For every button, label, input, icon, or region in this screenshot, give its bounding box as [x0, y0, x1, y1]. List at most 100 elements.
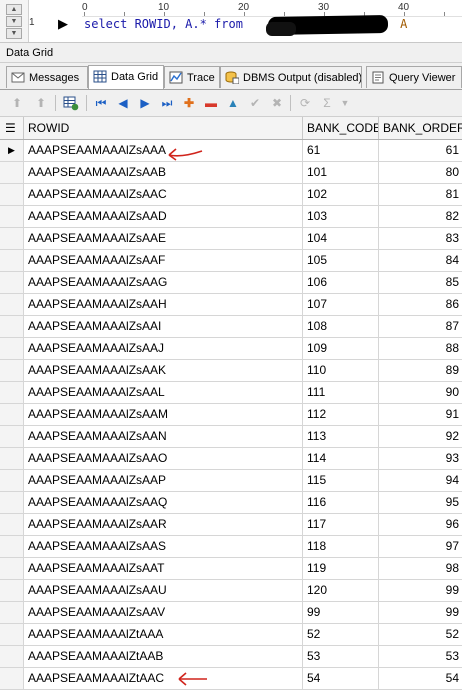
table-row[interactable]: AAAPSEAAMAAAlZsAAC 102 81 — [0, 184, 462, 206]
row-indicator[interactable] — [0, 514, 24, 535]
tab-data-grid[interactable]: Data Grid — [88, 65, 164, 89]
cell-bank-order[interactable]: 94 — [379, 470, 462, 491]
cell-bank-code[interactable]: 109 — [303, 338, 379, 359]
row-indicator[interactable] — [0, 294, 24, 315]
cell-rowid[interactable]: AAAPSEAAMAAAlZsAAM — [24, 404, 303, 425]
table-row[interactable]: AAAPSEAAMAAAlZsAAE 104 83 — [0, 228, 462, 250]
cell-rowid[interactable]: AAAPSEAAMAAAlZtAAC — [24, 668, 303, 689]
cell-rowid[interactable]: AAAPSEAAMAAAlZtAAB — [24, 646, 303, 667]
table-row[interactable]: AAAPSEAAMAAAlZsAAQ 116 95 — [0, 492, 462, 514]
table-row[interactable]: AAAPSEAAMAAAlZsAAV 99 99 — [0, 602, 462, 624]
row-indicator[interactable] — [0, 250, 24, 271]
row-indicator[interactable] — [0, 404, 24, 425]
table-row[interactable]: AAAPSEAAMAAAlZsAAH 107 86 — [0, 294, 462, 316]
cell-bank-order[interactable]: 95 — [379, 492, 462, 513]
cell-bank-code[interactable]: 110 — [303, 360, 379, 381]
column-header-rowid[interactable]: ROWID — [24, 117, 303, 139]
table-row[interactable]: AAAPSEAAMAAAlZtAAB 53 53 — [0, 646, 462, 668]
cell-bank-order[interactable]: 83 — [379, 228, 462, 249]
cell-bank-order[interactable]: 99 — [379, 580, 462, 601]
table-row[interactable]: AAAPSEAAMAAAlZtAAC 54 54 — [0, 668, 462, 690]
cell-rowid[interactable]: AAAPSEAAMAAAlZsAAR — [24, 514, 303, 535]
cell-rowid[interactable]: AAAPSEAAMAAAlZsAAQ — [24, 492, 303, 513]
cell-bank-code[interactable]: 118 — [303, 536, 379, 557]
sum-icon[interactable]: Σ — [318, 94, 336, 112]
table-row[interactable]: AAAPSEAAMAAAlZsAAT 119 98 — [0, 558, 462, 580]
column-header-bank-order[interactable]: BANK_ORDER — [379, 117, 462, 139]
tab-trace[interactable]: Trace — [164, 66, 220, 88]
cell-bank-code[interactable]: 104 — [303, 228, 379, 249]
column-header-bank-code[interactable]: BANK_CODE — [303, 117, 379, 139]
cell-bank-order[interactable]: 81 — [379, 184, 462, 205]
row-indicator[interactable] — [0, 668, 24, 689]
cell-bank-order[interactable]: 99 — [379, 602, 462, 623]
cell-rowid[interactable]: AAAPSEAAMAAAlZsAAK — [24, 360, 303, 381]
cell-bank-order[interactable]: 86 — [379, 294, 462, 315]
cell-bank-code[interactable]: 99 — [303, 602, 379, 623]
row-indicator[interactable] — [0, 492, 24, 513]
row-indicator[interactable] — [0, 624, 24, 645]
table-row[interactable]: AAAPSEAAMAAAlZtAAA 52 52 — [0, 624, 462, 646]
cell-bank-order[interactable]: 80 — [379, 162, 462, 183]
row-indicator[interactable] — [0, 426, 24, 447]
table-row[interactable]: AAAPSEAAMAAAlZsAAP 115 94 — [0, 470, 462, 492]
row-indicator[interactable] — [0, 228, 24, 249]
save-icon[interactable]: ⬆ — [8, 94, 26, 112]
cell-bank-code[interactable]: 111 — [303, 382, 379, 403]
row-indicator[interactable] — [0, 316, 24, 337]
table-row[interactable]: AAAPSEAAMAAAlZsAAL 111 90 — [0, 382, 462, 404]
cell-bank-code[interactable]: 115 — [303, 470, 379, 491]
chevron-down-icon[interactable]: ▼ — [336, 94, 354, 112]
edit-record-icon[interactable]: ▲ — [224, 94, 242, 112]
row-indicator[interactable] — [0, 602, 24, 623]
table-row[interactable]: AAAPSEAAMAAAlZsAAO 114 93 — [0, 448, 462, 470]
cell-bank-order[interactable]: 87 — [379, 316, 462, 337]
table-row[interactable]: AAAPSEAAMAAAlZsAAD 103 82 — [0, 206, 462, 228]
cell-bank-code[interactable]: 117 — [303, 514, 379, 535]
grid-menu-icon[interactable]: ☰ — [0, 117, 24, 139]
cell-bank-code[interactable]: 103 — [303, 206, 379, 227]
cell-bank-code[interactable]: 102 — [303, 184, 379, 205]
cell-rowid[interactable]: AAAPSEAAMAAAlZsAAJ — [24, 338, 303, 359]
cell-bank-order[interactable]: 90 — [379, 382, 462, 403]
table-row[interactable]: AAAPSEAAMAAAlZsAAF 105 84 — [0, 250, 462, 272]
row-indicator[interactable] — [0, 470, 24, 491]
cell-rowid[interactable]: AAAPSEAAMAAAlZsAAB — [24, 162, 303, 183]
row-indicator[interactable] — [0, 338, 24, 359]
current-row-indicator-icon[interactable]: ▶ — [0, 140, 24, 161]
table-row[interactable]: AAAPSEAAMAAAlZsAAM 112 91 — [0, 404, 462, 426]
cell-bank-code[interactable]: 108 — [303, 316, 379, 337]
cell-bank-code[interactable]: 105 — [303, 250, 379, 271]
cell-bank-order[interactable]: 53 — [379, 646, 462, 667]
cell-bank-code[interactable]: 61 — [303, 140, 379, 161]
cell-bank-order[interactable]: 84 — [379, 250, 462, 271]
post-edit-icon[interactable]: ✔ — [246, 94, 264, 112]
table-row[interactable]: AAAPSEAAMAAAlZsAAR 117 96 — [0, 514, 462, 536]
cell-bank-order[interactable]: 92 — [379, 426, 462, 447]
tab-query-viewer[interactable]: Query Viewer — [366, 66, 462, 88]
table-row[interactable]: AAAPSEAAMAAAlZsAAG 106 85 — [0, 272, 462, 294]
cell-rowid[interactable]: AAAPSEAAMAAAlZsAAN — [24, 426, 303, 447]
row-indicator[interactable] — [0, 536, 24, 557]
insert-record-icon[interactable]: ✚ — [180, 94, 198, 112]
cell-bank-code[interactable]: 52 — [303, 624, 379, 645]
delete-record-icon[interactable]: ▬ — [202, 94, 220, 112]
last-record-icon[interactable]: ⏭ — [158, 94, 176, 112]
cell-bank-order[interactable]: 89 — [379, 360, 462, 381]
cell-bank-code[interactable]: 54 — [303, 668, 379, 689]
row-indicator[interactable] — [0, 448, 24, 469]
cancel-edit-icon[interactable]: ✖ — [268, 94, 286, 112]
next-record-icon[interactable]: ▶ — [136, 94, 154, 112]
cell-bank-order[interactable]: 96 — [379, 514, 462, 535]
cell-bank-order[interactable]: 93 — [379, 448, 462, 469]
grid-options-icon[interactable] — [62, 94, 80, 112]
row-indicator[interactable] — [0, 382, 24, 403]
row-indicator[interactable] — [0, 580, 24, 601]
table-row[interactable]: ▶ AAAPSEAAMAAAlZsAAA 61 61 — [0, 140, 462, 162]
table-row[interactable]: AAAPSEAAMAAAlZsAAK 110 89 — [0, 360, 462, 382]
refresh-icon[interactable]: ⟳ — [296, 94, 314, 112]
cell-rowid[interactable]: AAAPSEAAMAAAlZtAAA — [24, 624, 303, 645]
table-row[interactable]: AAAPSEAAMAAAlZsAAN 113 92 — [0, 426, 462, 448]
cell-rowid[interactable]: AAAPSEAAMAAAlZsAAE — [24, 228, 303, 249]
sql-editor[interactable]: ▲ ▼ ▼ 0 10 20 30 40 1 ▶ select ROWID, A.… — [0, 0, 462, 43]
